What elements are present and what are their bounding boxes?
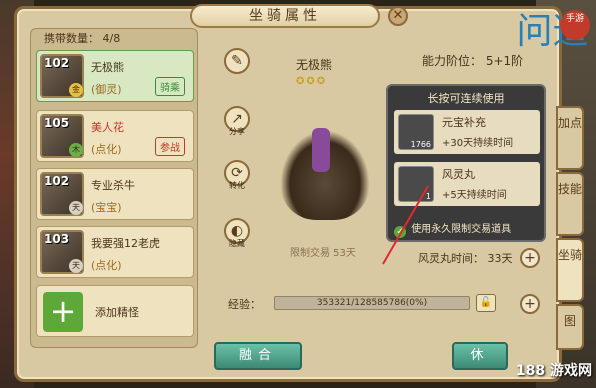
mount-portrait: 105 木 <box>40 114 84 158</box>
mount-element-badge: 金 <box>69 83 83 97</box>
silver-ingot-icon: 1766 <box>398 114 434 150</box>
popup-item-yuanbao[interactable]: 1766 元宝补充 +30天持续时间 <box>394 110 540 154</box>
exp-progress-text: 353321/128585786(0%) <box>316 298 428 308</box>
pill-time: 风灵丸时间： 33天 <box>418 250 513 266</box>
use-permanent-option[interactable]: ✓ 使用永久限制交易道具 <box>394 220 511 238</box>
pencil-icon[interactable]: ✎ <box>224 48 250 74</box>
lock-icon[interactable]: 🔓 <box>476 294 496 312</box>
mount-element-badge: 天 <box>69 201 83 215</box>
mount-name: 我要强12老虎 <box>91 237 160 250</box>
mount-type: (御灵) <box>91 83 122 96</box>
mount-level: 105 <box>44 116 70 130</box>
share-label: 分享 <box>229 127 245 136</box>
capacity-label: 携带数量： 4/8 <box>44 30 120 46</box>
mount-display-name: 无极熊 <box>296 58 333 72</box>
mount-name: 专业杀牛 <box>91 179 135 192</box>
mount-portrait: 102 天 <box>40 172 84 216</box>
add-spirit-card[interactable]: + 添加精怪 <box>36 285 194 337</box>
tab-skills[interactable]: 技能 <box>556 172 584 236</box>
mount-name: 美人花 <box>91 121 124 134</box>
mount-level: 103 <box>44 232 70 246</box>
game-logo-tag: 手游 <box>560 10 590 40</box>
ability-stage-label: 能力阶位： <box>422 54 483 68</box>
riding-badge: 骑乘 <box>155 77 185 96</box>
mount-type: (点化) <box>91 143 122 156</box>
item-count: 1766 <box>410 140 431 149</box>
plus-icon: + <box>43 292 83 332</box>
battle-badge: 参战 <box>155 137 185 156</box>
item-desc: +5天持续时间 <box>442 190 507 201</box>
mount-card-1[interactable]: 102 金 无极熊 (御灵) 骑乘 <box>36 50 194 102</box>
mount-type: (点化) <box>91 259 122 272</box>
mount-card-4[interactable]: 103 天 我要强12老虎 (点化) <box>36 226 194 278</box>
mount-element-badge: 天 <box>69 259 83 273</box>
item-name: 元宝补充 <box>442 116 486 129</box>
rest-button[interactable]: 休 <box>452 342 508 370</box>
mount-portrait: 102 金 <box>40 54 84 98</box>
green-pill-icon: 1 <box>398 166 434 202</box>
use-permanent-label: 使用永久限制交易道具 <box>411 224 512 235</box>
transform-label: 转化 <box>229 181 245 190</box>
hide-label: 隐藏 <box>229 239 245 248</box>
ability-stage: 能力阶位： 5+1阶 <box>422 52 523 69</box>
add-pill-time-button[interactable]: + <box>520 248 540 268</box>
trade-limit-label: 限制交易 53天 <box>290 248 356 259</box>
capacity-value: 4/8 <box>102 32 121 45</box>
mount-type: (宝宝) <box>91 201 122 214</box>
mount-level: 102 <box>44 56 70 70</box>
mount-card-2[interactable]: 105 木 美人花 (点化) 参战 <box>36 110 194 162</box>
tab-add-points[interactable]: 加点 <box>556 106 584 170</box>
pill-time-value: 33天 <box>487 252 513 265</box>
add-exp-button[interactable]: + <box>520 294 540 314</box>
mount-level: 102 <box>44 174 70 188</box>
ability-stage-value: 5+1阶 <box>485 54 524 68</box>
mount-portrait: 103 天 <box>40 230 84 274</box>
capacity-text: 携带数量： <box>44 32 99 45</box>
mount-element-badge: 木 <box>69 143 83 157</box>
tab-mount[interactable]: 坐骑 <box>556 238 584 302</box>
mount-stars: ✪✪✪ <box>296 76 328 87</box>
mount-card-3[interactable]: 102 天 专业杀牛 (宝宝) <box>36 168 194 220</box>
pill-time-label: 风灵丸时间： <box>418 252 484 265</box>
item-count: 1 <box>425 192 431 201</box>
item-desc: +30天持续时间 <box>442 138 514 149</box>
exp-progress-bar: 353321/128585786(0%) <box>274 296 470 310</box>
popup-heading: 长按可连续使用 <box>427 92 505 105</box>
site-watermark: 188 游戏网 <box>515 363 592 379</box>
close-button[interactable]: ✕ <box>388 6 408 26</box>
exp-label: 经验： <box>228 298 261 311</box>
mount-name: 无极熊 <box>91 61 124 74</box>
tab-illustration[interactable]: 图 <box>556 304 584 350</box>
popup-item-fenglingwan[interactable]: 1 风灵丸 +5天持续时间 <box>394 162 540 206</box>
merge-button[interactable]: 融合 <box>214 342 302 370</box>
rider-model <box>312 128 330 172</box>
window-title: 坐骑属性 <box>190 4 380 28</box>
item-name: 风灵丸 <box>442 168 475 181</box>
add-spirit-label: 添加精怪 <box>95 306 139 319</box>
